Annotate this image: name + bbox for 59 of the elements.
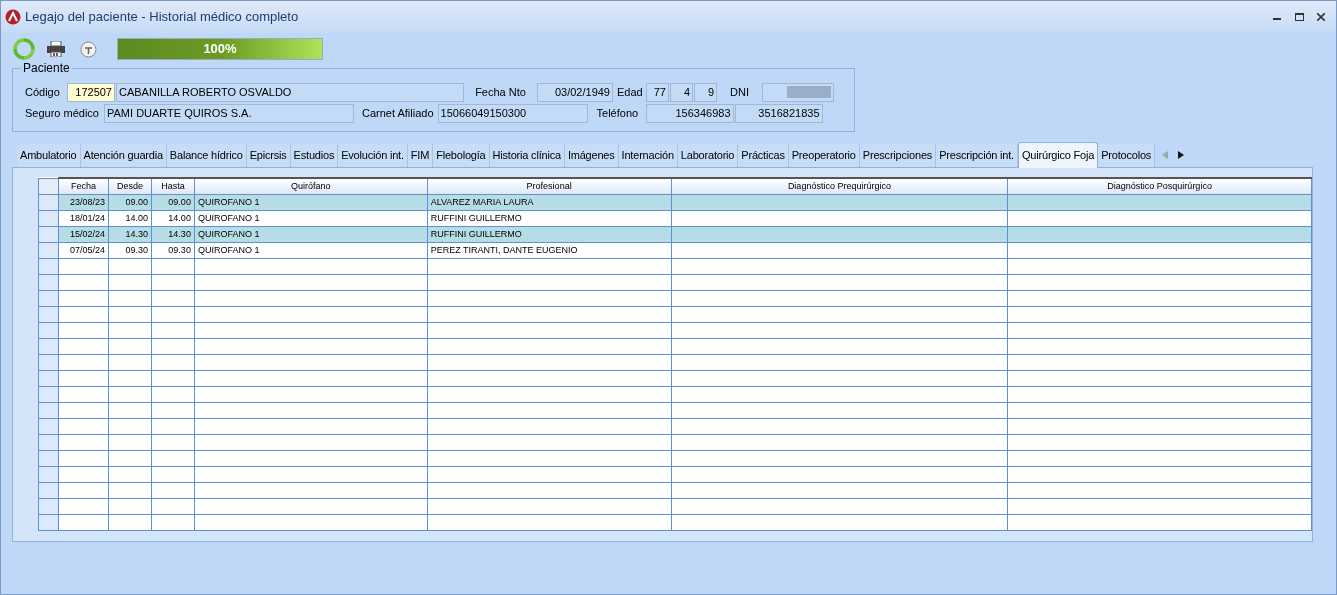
- field-label: Carnet Afiliado: [361, 105, 435, 121]
- window-title: Legajo del paciente - Historial médico completo: [25, 8, 299, 27]
- tab[interactable]: Prescripción int.: [936, 144, 1018, 167]
- text-field[interactable]: 15066049150300: [437, 103, 588, 123]
- text-field[interactable]: 9: [694, 82, 717, 102]
- text-field[interactable]: 4: [670, 82, 693, 102]
- app-logo-icon: [5, 9, 21, 25]
- printer-icon: [46, 41, 66, 57]
- field-label: DNI: [729, 84, 750, 100]
- tab[interactable]: Quirúrgico Foja: [1018, 142, 1099, 168]
- text-field[interactable]: 03/02/1949: [537, 82, 613, 102]
- text-field[interactable]: 77: [646, 82, 669, 102]
- text-field[interactable]: [762, 82, 834, 102]
- column-header[interactable]: Hasta: [151, 178, 195, 194]
- refresh-button[interactable]: [13, 38, 35, 60]
- tab[interactable]: Laboratorio: [677, 144, 739, 167]
- redacted-block: [787, 86, 831, 98]
- tab[interactable]: Evolución int.: [338, 144, 408, 167]
- tab[interactable]: Ambulatorio: [17, 144, 81, 167]
- filter-button[interactable]: [77, 38, 99, 60]
- close-icon: [1317, 13, 1325, 21]
- print-button[interactable]: [45, 38, 67, 60]
- text-field[interactable]: CABANILLA ROBERTO OSVALDO: [116, 82, 464, 102]
- column-header[interactable]: Quirófano: [194, 178, 428, 194]
- tab[interactable]: Balance hídrico: [166, 144, 247, 167]
- field-label: Seguro médico: [25, 105, 100, 121]
- field-label: Fecha Nto: [474, 84, 527, 100]
- tab[interactable]: Epicrsis: [246, 144, 291, 167]
- column-header[interactable]: Desde: [108, 178, 152, 194]
- round-icon: [79, 40, 97, 58]
- tab[interactable]: Protocolos: [1098, 144, 1156, 167]
- text-field[interactable]: 156346983: [645, 103, 734, 123]
- tab[interactable]: Internación: [618, 144, 678, 167]
- group-title: Paciente: [21, 61, 72, 75]
- column-header[interactable]: Diagnóstico Posquirúrgico: [1007, 178, 1312, 194]
- column-header[interactable]: Diagnóstico Prequirúrgico: [671, 178, 1008, 194]
- tab[interactable]: Imágenes: [564, 144, 619, 167]
- right-arrow-icon: [1178, 151, 1185, 159]
- left-arrow-icon: [1162, 151, 1169, 159]
- tab[interactable]: Prescripciones: [859, 144, 937, 167]
- tab[interactable]: FIM: [407, 144, 434, 167]
- refresh-icon: [13, 38, 35, 60]
- field-label: Edad: [616, 84, 644, 100]
- progress-label: 100%: [202, 40, 238, 59]
- tab[interactable]: Historia clínica: [489, 144, 565, 167]
- maximize-icon: [1294, 13, 1304, 21]
- field-label: Código: [25, 84, 61, 100]
- tab[interactable]: Preoperatorio: [788, 144, 860, 167]
- tab[interactable]: Atención guardia: [80, 144, 167, 167]
- text-field[interactable]: PAMI DUARTE QUIROS S.A.: [104, 103, 354, 123]
- tab[interactable]: Prácticas: [738, 144, 789, 167]
- tab[interactable]: Flebología: [433, 144, 490, 167]
- corner-header: [38, 178, 59, 194]
- column-header[interactable]: Profesional: [427, 178, 672, 194]
- text-field[interactable]: 3516821835: [734, 103, 823, 123]
- field-label: Teléfono: [595, 105, 640, 121]
- tab[interactable]: Estudios: [290, 144, 339, 167]
- column-header[interactable]: Fecha: [58, 178, 109, 194]
- text-field[interactable]: 172507: [67, 82, 115, 102]
